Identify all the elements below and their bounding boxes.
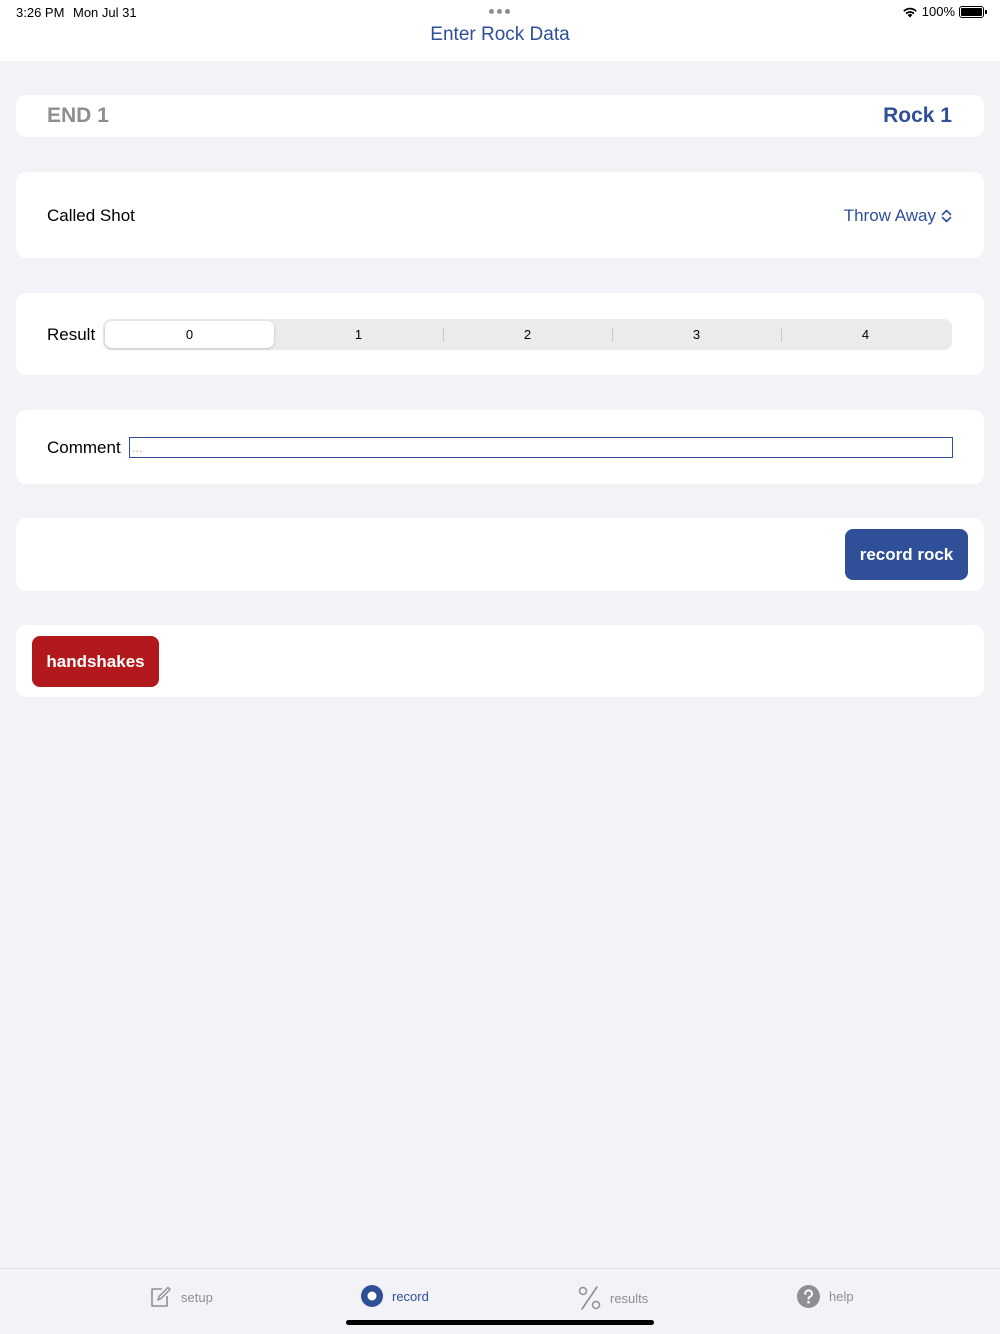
tab-setup[interactable]: setup [148,1285,213,1309]
chevron-up-down-icon [941,209,952,223]
status-time: 3:26 PM [16,5,65,20]
status-date: Mon Jul 31 [73,5,137,20]
end-label: END 1 [47,104,109,127]
comment-label: Comment [47,438,121,457]
page-title: Enter Rock Data [430,24,570,45]
handshakes-button[interactable]: handshakes [32,636,159,687]
record-row: record rock [16,518,984,591]
record-rock-button[interactable]: record rock [845,529,968,580]
tab-help[interactable]: help [797,1285,854,1308]
record-icon [361,1285,383,1307]
percent-icon [578,1286,601,1310]
tab-help-label: help [829,1289,854,1304]
called-shot-picker[interactable]: Throw Away [844,206,952,226]
help-icon [797,1285,820,1308]
handshakes-row: handshakes [16,625,984,697]
edit-icon [151,1286,171,1307]
tab-setup-label: setup [181,1289,213,1305]
status-nav-bar: 3:26 PM Mon Jul 31 100% Enter Rock Data [0,0,1000,61]
result-option-2[interactable]: 2 [443,321,612,348]
result-option-3[interactable]: 3 [612,321,781,348]
result-segmented-control: 0 1 2 3 4 [103,319,952,350]
called-shot-value: Throw Away [843,206,936,225]
status-indicators: 100% [902,4,987,19]
result-option-0[interactable]: 0 [105,321,274,348]
comment-row: Comment [16,410,984,484]
multitasking-dots-icon[interactable] [489,9,510,14]
result-label: Result [47,325,96,344]
result-option-1[interactable]: 1 [274,321,443,348]
tab-results-label: results [610,1290,649,1306]
battery-percent: 100% [921,4,955,19]
comment-input[interactable] [129,437,953,458]
called-shot-row: Called Shot Throw Away [16,172,984,258]
battery-icon [959,5,987,18]
tab-record-label: record [392,1288,429,1304]
tab-record[interactable]: record [361,1285,429,1307]
called-shot-label: Called Shot [47,206,135,225]
rock-label: Rock 1 [883,104,952,127]
result-option-4[interactable]: 4 [781,321,950,348]
end-rock-header: END 1 Rock 1 [16,95,984,137]
wifi-icon [902,7,917,17]
result-row: Result 0 1 2 3 4 [16,293,984,375]
tab-results[interactable]: results [578,1285,648,1311]
home-indicator[interactable] [346,1320,654,1325]
